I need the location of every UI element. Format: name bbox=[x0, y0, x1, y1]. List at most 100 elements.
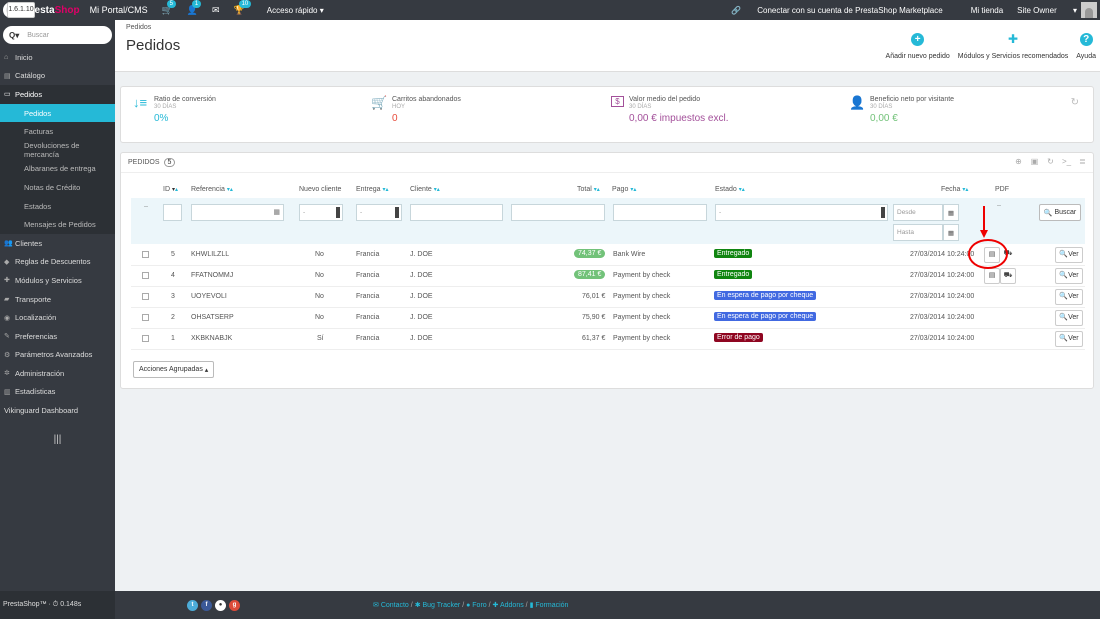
sidebar-item-pedidos[interactable]: ▭ Pedidos bbox=[0, 85, 115, 104]
filter-cliente-input[interactable] bbox=[410, 204, 503, 221]
view-button[interactable]: 🔍Ver bbox=[1055, 331, 1083, 347]
twitter-icon[interactable]: t bbox=[187, 599, 198, 611]
table-row[interactable]: 3 UOYEVOLI No Francia J. DOE 76,01 € Pay… bbox=[131, 287, 1085, 308]
training-link[interactable]: ▮ Formación bbox=[530, 602, 569, 609]
sidebar-item-parametros[interactable]: ⚙ Parámetros Avanzados bbox=[0, 346, 115, 365]
contact-link[interactable]: ✉ Contacto bbox=[373, 602, 409, 609]
bulk-actions-button[interactable]: Acciones Agrupadas ▴ bbox=[133, 361, 215, 378]
calendar-icon[interactable]: ▦ bbox=[943, 224, 959, 241]
filter-estado-select[interactable]: - bbox=[715, 204, 888, 221]
table-row[interactable]: 5 KHWLILZLL No Francia J. DOE 74,37 € Ba… bbox=[131, 245, 1085, 266]
github-icon[interactable]: ● bbox=[215, 599, 226, 611]
calendar-icon[interactable]: ▦ bbox=[943, 204, 959, 221]
sidebar-collapse-icon[interactable]: ||| bbox=[0, 434, 115, 445]
col-total[interactable]: Total ▾▴ bbox=[577, 186, 600, 193]
refresh-icon[interactable]: ↻ bbox=[1071, 97, 1079, 108]
kpi-net-profit[interactable]: 👤 Beneficio neto por visitante 30 DÍAS 0,0… bbox=[849, 96, 954, 125]
sidebar-item-descuentos[interactable]: ◆ Reglas de Descuentos bbox=[0, 253, 115, 272]
quick-access-dropdown[interactable]: Acceso rápido ▾ bbox=[267, 6, 324, 15]
help-label: Ayuda bbox=[1076, 53, 1096, 60]
col-estado[interactable]: Estado ▾▴ bbox=[715, 186, 745, 193]
messages-notification[interactable]: ✉ bbox=[212, 5, 220, 16]
subnav-item-albaranes[interactable]: Albaranes de entrega bbox=[0, 160, 115, 179]
subnav-item-estados[interactable]: Estados bbox=[0, 197, 115, 216]
col-entrega[interactable]: Entrega ▾▴ bbox=[356, 186, 389, 193]
help-button[interactable]: ? Ayuda bbox=[1076, 33, 1096, 60]
database-icon[interactable]: ≣ bbox=[1076, 157, 1089, 168]
marketplace-link[interactable]: 🔗 Conectar con su cuenta de PrestaShop M… bbox=[731, 6, 957, 15]
sidebar-item-estadisticas[interactable]: ▥ Estadísticas bbox=[0, 383, 115, 402]
filter-referencia-input[interactable]: ▦ bbox=[191, 204, 284, 221]
subnav-item-pedidos[interactable]: Pedidos bbox=[0, 103, 115, 123]
kpi-abandoned-carts[interactable]: 🛒 Carritos abandonados HOY 0 bbox=[371, 96, 461, 125]
view-button[interactable]: 🔍Ver bbox=[1055, 310, 1083, 326]
prestashop-logo[interactable]: PrestaShop 1.6.1.10 bbox=[3, 2, 80, 18]
table-row[interactable]: 1 XKBKNABJK Sí Francia J. DOE 61,37 € Pa… bbox=[131, 329, 1085, 350]
delivery-slip-icon[interactable]: ⛟ bbox=[1000, 268, 1016, 284]
col-pago[interactable]: Pago ▾▴ bbox=[612, 186, 636, 193]
table-row[interactable]: 2 OHSATSERP No Francia J. DOE 75,90 € Pa… bbox=[131, 308, 1085, 329]
desde-placeholder: Desde bbox=[897, 209, 916, 216]
col-cliente[interactable]: Cliente ▾▴ bbox=[410, 186, 440, 193]
avatar[interactable] bbox=[1081, 2, 1097, 18]
sidebar-item-modulos[interactable]: ✚ Módulos y Servicios bbox=[0, 271, 115, 290]
google-plus-icon[interactable]: g bbox=[229, 599, 240, 611]
export-icon[interactable]: ▣ bbox=[1028, 157, 1041, 168]
subnav-item-notas-credito[interactable]: Notas de Crédito bbox=[0, 178, 115, 197]
filter-nuevo-cliente-select[interactable]: - bbox=[299, 204, 343, 221]
sidebar-item-catalogo[interactable]: ▤ Catálogo bbox=[0, 67, 115, 86]
sidebar-item-vikinguard[interactable]: Vikinguard Dashboard bbox=[0, 401, 115, 420]
trophy-notification[interactable]: 🏆 10 bbox=[234, 0, 252, 16]
row-checkbox[interactable] bbox=[142, 272, 149, 279]
search-input[interactable]: Buscar bbox=[27, 32, 49, 39]
sql-query-icon[interactable]: >_ bbox=[1060, 157, 1073, 168]
table-row[interactable]: 4 FFATNOMMJ No Francia J. DOE 87,41 € Pa… bbox=[131, 266, 1085, 287]
view-button[interactable]: 🔍Ver bbox=[1055, 247, 1083, 263]
subnav-item-mensajes[interactable]: Mensajes de Pedidos bbox=[0, 215, 115, 234]
row-checkbox[interactable] bbox=[142, 314, 149, 321]
search-button[interactable]: 🔍 Buscar bbox=[1039, 204, 1081, 221]
forum-link[interactable]: ● Foro bbox=[466, 602, 487, 609]
add-icon[interactable]: ⊕ bbox=[1012, 157, 1025, 168]
kpi-conversion[interactable]: ↓≡ Ratio de conversión 30 DÍAS 0% bbox=[133, 96, 216, 125]
sidebar-item-administracion[interactable]: ✲ Administración bbox=[0, 364, 115, 383]
search-icon[interactable]: Q▾ bbox=[9, 31, 19, 40]
add-order-button[interactable]: + Añadir nuevo pedido bbox=[886, 33, 950, 60]
addons-link[interactable]: ✚ Addons bbox=[493, 602, 524, 609]
subnav-item-facturas[interactable]: Facturas bbox=[0, 122, 115, 141]
invoice-pdf-icon[interactable]: ▤ bbox=[984, 268, 1000, 284]
view-button[interactable]: 🔍Ver bbox=[1055, 289, 1083, 305]
bug-tracker-link[interactable]: ✱ Bug Tracker bbox=[415, 602, 461, 609]
filter-entrega-select[interactable]: - bbox=[356, 204, 402, 221]
kpi-average-order[interactable]: $ Valor medio del pedido 30 DÍAS 0,00 € im… bbox=[611, 96, 729, 124]
col-id[interactable]: ID ▾▴ bbox=[163, 186, 178, 193]
sidebar-item-preferencias[interactable]: ✎ Preferencias bbox=[0, 327, 115, 346]
customer-name: J. DOE bbox=[410, 314, 433, 321]
cart-notification[interactable]: 🛒 5 bbox=[162, 0, 176, 16]
sidebar-item-transporte[interactable]: ▰ Transporte bbox=[0, 290, 115, 309]
view-button[interactable]: 🔍Ver bbox=[1055, 268, 1083, 284]
refresh-icon[interactable]: ↻ bbox=[1044, 157, 1057, 168]
row-checkbox[interactable] bbox=[142, 251, 149, 258]
employee-dropdown[interactable]: Site Owner ▾ bbox=[1017, 6, 1077, 15]
breadcrumb[interactable]: Pedidos bbox=[126, 24, 151, 31]
filter-fecha-desde[interactable]: Desde bbox=[893, 204, 943, 221]
search-box[interactable]: Q▾ Buscar bbox=[3, 26, 112, 44]
sidebar-item-inicio[interactable]: ⌂ Inicio bbox=[0, 48, 115, 67]
row-checkbox[interactable] bbox=[142, 335, 149, 342]
my-shop-link[interactable]: Mi tienda bbox=[971, 6, 1003, 15]
col-referencia[interactable]: Referencia ▾▴ bbox=[191, 186, 233, 193]
filter-pago-input[interactable] bbox=[613, 204, 707, 221]
sidebar-item-clientes[interactable]: 👥 Clientes bbox=[0, 234, 115, 253]
row-checkbox[interactable] bbox=[142, 293, 149, 300]
filter-id-input[interactable] bbox=[163, 204, 182, 221]
sidebar-item-localizacion[interactable]: ◉ Localización bbox=[0, 308, 115, 327]
filter-total-input[interactable] bbox=[511, 204, 605, 221]
shop-name[interactable]: Mi Portal/CMS bbox=[90, 5, 148, 15]
col-fecha[interactable]: Fecha ▾▴ bbox=[941, 186, 968, 193]
users-notification[interactable]: 👤 1 bbox=[187, 0, 202, 16]
facebook-icon[interactable]: f bbox=[201, 599, 212, 611]
filter-fecha-hasta[interactable]: Hasta bbox=[893, 224, 943, 241]
subnav-item-devoluciones[interactable]: Devoluciones de mercancía bbox=[0, 141, 115, 160]
recommended-modules-button[interactable]: ✚ Módulos y Servicios recomendados bbox=[958, 33, 1069, 61]
